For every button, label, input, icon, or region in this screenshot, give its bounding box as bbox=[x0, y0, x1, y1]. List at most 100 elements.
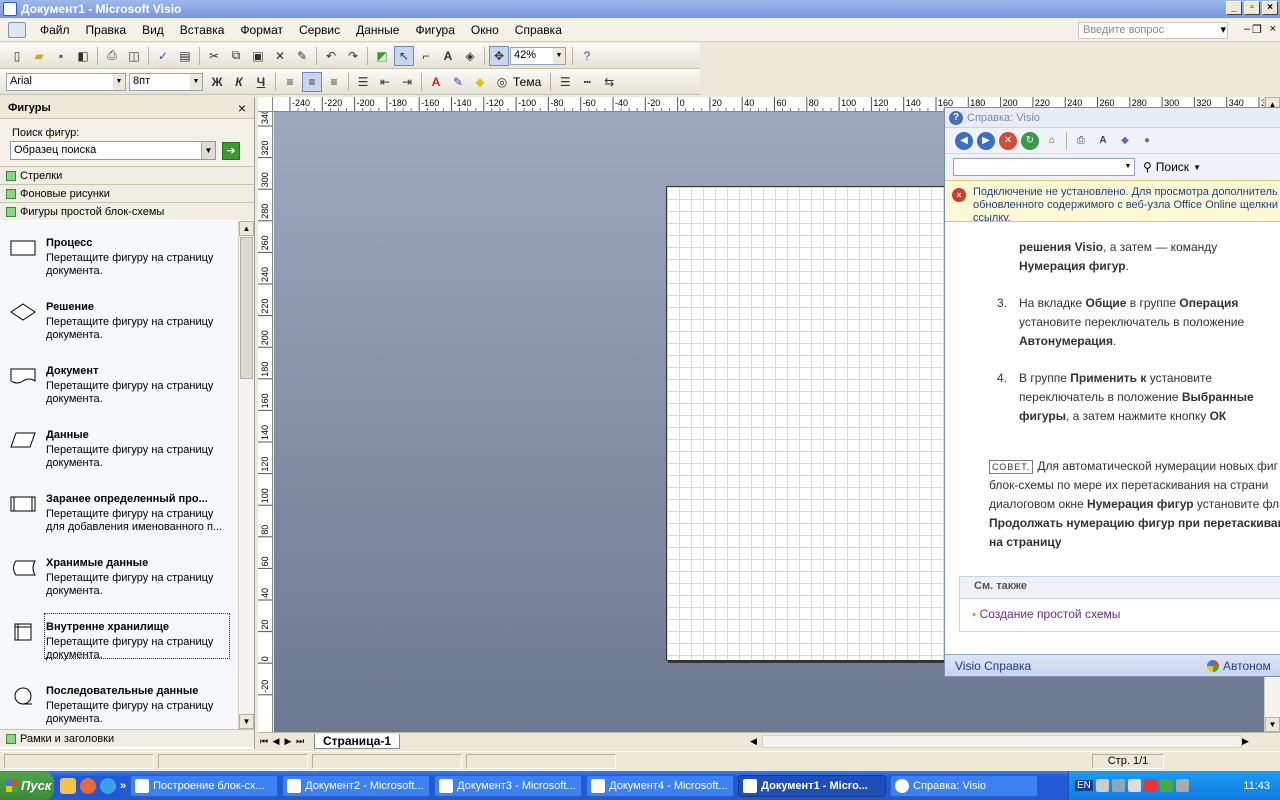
stencil-borders-titles[interactable]: Рамки и заголовки bbox=[0, 729, 254, 747]
bullets-icon[interactable]: ☰ bbox=[353, 72, 373, 92]
search-shapes-input[interactable]: Образец поиска ▼ bbox=[10, 141, 216, 160]
zoom-dropdown-icon[interactable]: ▼ bbox=[553, 47, 565, 64]
scroll-thumb[interactable] bbox=[240, 237, 253, 379]
pin-icon[interactable]: ● bbox=[1138, 132, 1156, 150]
increase-indent-icon[interactable]: ⇥ bbox=[397, 72, 417, 92]
stop-icon[interactable]: ✕ bbox=[999, 131, 1017, 150]
shapes-window-icon[interactable]: ◩ bbox=[372, 46, 392, 66]
menu-format[interactable]: Формат bbox=[232, 23, 291, 37]
copy-icon[interactable]: ⧉ bbox=[226, 46, 246, 66]
home-icon[interactable]: ⌂ bbox=[1043, 132, 1061, 150]
menu-tools[interactable]: Сервис bbox=[291, 23, 348, 37]
help-search-input[interactable]: ▼ bbox=[953, 158, 1135, 176]
text-tool-icon[interactable]: A bbox=[438, 46, 458, 66]
font-size-combo[interactable]: 8пт ▼ bbox=[129, 72, 203, 91]
shape-stored-data[interactable]: Хранимые данные Перетащите фигуру на стр… bbox=[0, 549, 232, 605]
task-document4[interactable]: Документ4 - Microsoft... bbox=[586, 774, 735, 797]
antivirus-icon[interactable] bbox=[1143, 779, 1157, 792]
stencil-backgrounds[interactable]: Фоновые рисунки bbox=[0, 184, 254, 202]
network-icon[interactable] bbox=[1111, 779, 1125, 792]
connection-error-bar[interactable]: × Подключение не установлено. Для просмо… bbox=[945, 180, 1280, 222]
help-source-label[interactable]: Visio Справка bbox=[945, 659, 1207, 673]
folder-icon[interactable] bbox=[60, 777, 76, 794]
pan-zoom-icon[interactable]: ✥ bbox=[489, 45, 509, 66]
page-tab[interactable]: Страница-1 bbox=[314, 733, 401, 749]
print-icon[interactable]: ⎙ bbox=[102, 46, 122, 66]
fill-color-icon[interactable]: ◆ bbox=[470, 72, 490, 92]
new-icon[interactable]: ▯ bbox=[7, 46, 27, 66]
search-go-button[interactable]: ➔ bbox=[222, 141, 240, 160]
research-icon[interactable]: ▤ bbox=[175, 46, 195, 66]
ask-question-input[interactable]: Введите вопрос bbox=[1078, 22, 1228, 39]
task-flowchart[interactable]: Построение блок-сх... bbox=[130, 774, 279, 797]
menu-file[interactable]: Файл bbox=[32, 23, 78, 37]
delete-icon[interactable]: ✕ bbox=[270, 46, 290, 66]
scroll-down-icon[interactable]: ▼ bbox=[1265, 717, 1280, 732]
start-button[interactable]: Пуск bbox=[0, 771, 54, 800]
shape-decision[interactable]: Решение Перетащите фигуру на страницу до… bbox=[0, 293, 232, 349]
tray-app-icon[interactable] bbox=[1175, 779, 1189, 792]
zoom-combo[interactable]: 42% ▼ bbox=[510, 46, 566, 65]
doc-close-button[interactable]: × bbox=[1270, 23, 1276, 35]
menu-edit[interactable]: Правка bbox=[78, 23, 135, 37]
close-icon[interactable]: × bbox=[238, 100, 246, 116]
stencil-arrows[interactable]: Стрелки bbox=[0, 166, 254, 184]
ie-icon[interactable] bbox=[100, 777, 116, 794]
hscroll-left-icon[interactable]: ◀ bbox=[750, 736, 762, 747]
font-size-dropdown-icon[interactable]: ▼ bbox=[190, 73, 202, 90]
permission-icon[interactable]: ◧ bbox=[73, 46, 93, 66]
menu-insert[interactable]: Вставка bbox=[172, 23, 233, 37]
fill-shape-icon[interactable]: ◈ bbox=[460, 46, 480, 66]
save-icon[interactable]: ▪ bbox=[51, 46, 71, 66]
open-icon[interactable]: ▰ bbox=[29, 46, 49, 66]
task-document2[interactable]: Документ2 - Microsoft... bbox=[282, 774, 431, 797]
task-help-visio[interactable]: Справка: Visio bbox=[890, 774, 1039, 797]
drawing-page[interactable] bbox=[666, 186, 948, 661]
menu-window[interactable]: Окно bbox=[463, 23, 507, 37]
menu-view[interactable]: Вид bbox=[134, 23, 172, 37]
help-search-button[interactable]: ⚲ Поиск ▼ bbox=[1143, 160, 1201, 174]
align-right-icon[interactable]: ≡ bbox=[324, 72, 344, 92]
print-icon[interactable]: ⎙ bbox=[1072, 132, 1090, 150]
font-color-icon[interactable]: A bbox=[426, 72, 446, 92]
menu-shape[interactable]: Фигура bbox=[407, 23, 462, 37]
hscroll-right-icon[interactable]: ▶ bbox=[1242, 736, 1254, 747]
shape-internal-storage[interactable]: Внутренне хранилище Перетащите фигуру на… bbox=[0, 613, 232, 669]
line-pattern-icon[interactable]: ┅ bbox=[577, 72, 597, 92]
menu-data[interactable]: Данные bbox=[348, 23, 407, 37]
undo-icon[interactable]: ↶ bbox=[321, 46, 341, 66]
task-document3[interactable]: Документ3 - Microsoft... bbox=[434, 774, 583, 797]
update-icon[interactable] bbox=[1159, 779, 1173, 792]
cut-icon[interactable]: ✂ bbox=[204, 46, 224, 66]
create-basic-diagram-link[interactable]: Создание простой схемы bbox=[960, 599, 1280, 621]
prev-page-icon[interactable]: ◀ bbox=[270, 736, 282, 747]
format-painter-icon[interactable]: ✎ bbox=[292, 46, 312, 66]
connector-tool-icon[interactable]: ⌐ bbox=[416, 46, 436, 66]
decrease-indent-icon[interactable]: ⇤ bbox=[375, 72, 395, 92]
shape-sequential-data[interactable]: Последовательные данные Перетащите фигур… bbox=[0, 677, 232, 729]
spelling-icon[interactable]: ✓ bbox=[153, 46, 173, 66]
volume-icon[interactable] bbox=[1127, 779, 1141, 792]
first-page-icon[interactable]: ⏮ bbox=[258, 736, 270, 747]
line-ends-icon[interactable]: ⇆ bbox=[599, 72, 619, 92]
stencil-basic-flowchart[interactable]: Фигуры простой блок-схемы bbox=[0, 202, 254, 220]
shape-data[interactable]: Данные Перетащите фигуру на страницу док… bbox=[0, 421, 232, 477]
redo-icon[interactable]: ↷ bbox=[343, 46, 363, 66]
pointer-tool-icon[interactable]: ↖ bbox=[394, 45, 414, 66]
scroll-up-icon[interactable]: ▲ bbox=[239, 221, 254, 236]
help-search-dropdown-icon[interactable]: ▼ bbox=[1122, 159, 1134, 175]
font-dropdown-icon[interactable]: ▼ bbox=[113, 73, 125, 90]
forward-icon[interactable]: ▶ bbox=[977, 131, 995, 150]
font-combo[interactable]: Arial ▼ bbox=[6, 72, 126, 91]
ask-dropdown-icon[interactable]: ▾ bbox=[1220, 23, 1226, 36]
minimize-button[interactable]: _ bbox=[1226, 1, 1242, 15]
doc-minimize-button[interactable]: – bbox=[1244, 23, 1250, 35]
task-document1-visio[interactable]: Документ1 - Micro... bbox=[738, 774, 887, 797]
underline-button[interactable]: Ч bbox=[251, 72, 271, 92]
next-page-icon[interactable]: ▶ bbox=[282, 736, 294, 747]
refresh-icon[interactable]: ↻ bbox=[1021, 131, 1039, 150]
theme-icon[interactable]: ◎ bbox=[492, 72, 512, 92]
line-color-icon[interactable]: ✎ bbox=[448, 72, 468, 92]
font-size-icon[interactable]: A bbox=[1094, 132, 1112, 150]
back-icon[interactable]: ◀ bbox=[955, 131, 973, 150]
